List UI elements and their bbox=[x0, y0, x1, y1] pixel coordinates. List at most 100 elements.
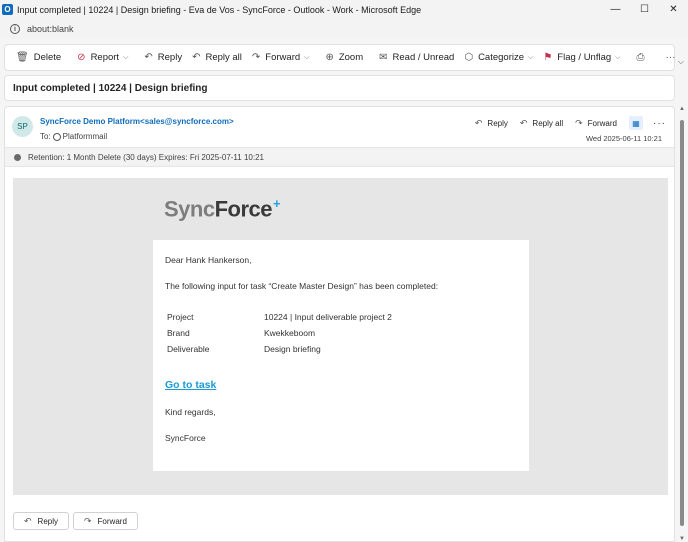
reply-icon: ↶ bbox=[24, 515, 32, 526]
envelope-icon: ✉ bbox=[379, 52, 388, 63]
go-to-task-link[interactable]: Go to task bbox=[165, 379, 216, 391]
scroll-thumb[interactable] bbox=[680, 120, 684, 526]
trash-icon: 🗑 bbox=[16, 52, 29, 63]
detail-label: Brand bbox=[167, 328, 190, 338]
sender-name[interactable]: SyncForce Demo Platform<sales@syncforce.… bbox=[40, 117, 234, 126]
message-pane: SP SyncForce Demo Platform<sales@syncfor… bbox=[4, 106, 675, 542]
close-button[interactable]: ✕ bbox=[659, 0, 688, 19]
categorize-label: Categorize bbox=[478, 52, 525, 63]
delete-label: Delete bbox=[33, 52, 62, 63]
header-reply-label: Reply bbox=[487, 118, 508, 128]
scroll-up-icon[interactable]: ▲ bbox=[679, 106, 685, 112]
report-button[interactable]: ⊘ Report ⌵ bbox=[72, 48, 133, 68]
maximize-button[interactable]: ☐ bbox=[630, 0, 659, 19]
report-label: Report bbox=[90, 52, 120, 63]
chevron-down-icon[interactable]: ⌵ bbox=[528, 54, 533, 62]
message-header-actions: ↶ Reply ↶ Reply all ↷ Forward ▦ ··· bbox=[463, 116, 666, 130]
message-toolbar: 🗑 Delete ⊘ Report ⌵ ↶ Reply ↶ Reply all … bbox=[4, 44, 675, 71]
reply-icon: ↶ bbox=[144, 52, 153, 63]
greeting-text: Dear Hank Hankerson, bbox=[165, 255, 252, 265]
reply-all-button[interactable]: ↶ Reply all bbox=[187, 48, 247, 68]
email-card: Dear Hank Hankerson, The following input… bbox=[153, 240, 529, 471]
chevron-down-icon[interactable]: ⌵ bbox=[304, 54, 309, 62]
more-icon: ··· bbox=[665, 52, 676, 63]
window-title: Input completed | 10224 | Design briefin… bbox=[17, 4, 422, 15]
header-forward-label: Forward bbox=[587, 118, 617, 128]
table-row: Deliverable Design briefing bbox=[167, 341, 392, 357]
to-recipient[interactable]: Platformmail bbox=[63, 132, 107, 141]
print-button[interactable]: ⎙ bbox=[631, 48, 654, 68]
subject-bar: Input completed | 10224 | Design briefin… bbox=[4, 75, 675, 101]
delete-button[interactable]: 🗑 Delete bbox=[11, 48, 66, 68]
detail-label: Deliverable bbox=[167, 344, 210, 354]
retention-icon bbox=[14, 153, 21, 161]
flag-icon: ⚑ bbox=[543, 52, 553, 63]
header-forward-button[interactable]: ↷ Forward bbox=[575, 118, 617, 129]
message-subject: Input completed | 10224 | Design briefin… bbox=[13, 82, 208, 94]
read-unread-button[interactable]: ✉ Read / Unread bbox=[374, 48, 459, 68]
reply-button[interactable]: ↶ Reply bbox=[139, 48, 187, 68]
address-url[interactable]: about:blank bbox=[27, 24, 74, 34]
shield-alert-icon: ⊘ bbox=[77, 52, 86, 63]
printer-icon: ⎙ bbox=[636, 52, 645, 63]
minimize-button[interactable]: — bbox=[601, 0, 630, 19]
detail-value: Kwekkeboom bbox=[264, 328, 316, 338]
zoom-icon: ⊕ bbox=[325, 52, 334, 63]
reply-label: Reply bbox=[157, 52, 183, 63]
detail-value: Design briefing bbox=[264, 344, 321, 354]
table-row: Project 10224 | Input deliverable projec… bbox=[167, 309, 392, 325]
intro-text: The following input for task “Create Mas… bbox=[165, 281, 439, 291]
zoom-label: Zoom bbox=[338, 52, 364, 63]
forward-icon: ↷ bbox=[575, 117, 583, 128]
info-icon[interactable]: i bbox=[10, 24, 20, 34]
zoom-button[interactable]: ⊕ Zoom bbox=[320, 48, 368, 68]
forward-icon: ↷ bbox=[251, 52, 261, 63]
footer-forward-label: Forward bbox=[97, 516, 127, 526]
outlook-app-icon: O bbox=[2, 4, 13, 15]
forward-button[interactable]: ↷ Forward ⌵ bbox=[247, 48, 315, 68]
footer-reply-label: Reply bbox=[37, 516, 58, 526]
footer-forward-button[interactable]: ↷ Forward bbox=[73, 512, 138, 530]
forward-icon: ↷ bbox=[84, 515, 92, 526]
reply-icon: ↶ bbox=[474, 117, 483, 128]
reply-all-icon: ↶ bbox=[519, 117, 528, 128]
vertical-scrollbar[interactable]: ▲ ▼ bbox=[679, 106, 686, 542]
email-body: SyncForce+ Dear Hank Hankerson, The foll… bbox=[13, 178, 668, 495]
message-date: Wed 2025-06-11 10:21 bbox=[585, 134, 662, 143]
tag-icon: ⬡ bbox=[464, 52, 474, 63]
reading-pane: 🗑 Delete ⊘ Report ⌵ ↶ Reply ↶ Reply all … bbox=[0, 39, 688, 542]
reply-footer: ↶ Reply ↷ Forward bbox=[13, 512, 142, 530]
retention-text: Retention: 1 Month Delete (30 days) Expi… bbox=[28, 152, 264, 162]
chevron-down-icon[interactable]: ⌵ bbox=[123, 54, 128, 62]
table-row: Brand Kwekkeboom bbox=[167, 325, 392, 341]
flag-unflag-button[interactable]: ⚑ Flag / Unflag ⌵ bbox=[538, 48, 625, 68]
syncforce-logo: SyncForce+ bbox=[164, 196, 281, 222]
chevron-down-icon[interactable]: ⌵ bbox=[678, 57, 684, 67]
header-reply-all-button[interactable]: ↶ Reply all bbox=[520, 118, 563, 129]
person-icon bbox=[52, 132, 61, 141]
footer-reply-button[interactable]: ↶ Reply bbox=[13, 512, 69, 530]
window-controls: — ☐ ✕ bbox=[601, 0, 688, 19]
scroll-down-icon[interactable]: ▼ bbox=[679, 536, 685, 542]
header-reply-all-label: Reply all bbox=[532, 118, 564, 128]
more-icon[interactable]: ··· bbox=[653, 118, 666, 129]
to-label: To: bbox=[40, 132, 51, 141]
reply-all-label: Reply all bbox=[205, 52, 242, 63]
chevron-down-icon[interactable]: ⌵ bbox=[615, 54, 620, 62]
recipients-line: To: Platformmail bbox=[40, 132, 107, 141]
read-unread-label: Read / Unread bbox=[392, 52, 455, 63]
address-bar: i about:blank bbox=[0, 19, 688, 39]
flag-unflag-label: Flag / Unflag bbox=[557, 52, 612, 63]
detail-value: 10224 | Input deliverable project 2 bbox=[264, 312, 392, 322]
forward-label: Forward bbox=[265, 52, 301, 63]
detail-label: Project bbox=[167, 312, 194, 322]
avatar[interactable]: SP bbox=[12, 116, 33, 137]
header-reply-button[interactable]: ↶ Reply bbox=[475, 118, 508, 129]
reply-all-icon: ↶ bbox=[192, 52, 201, 63]
retention-banner: Retention: 1 Month Delete (30 days) Expi… bbox=[5, 147, 674, 167]
apps-grid-icon[interactable]: ▦ bbox=[629, 116, 643, 130]
categorize-button[interactable]: ⬡ Categorize ⌵ bbox=[459, 48, 538, 68]
window-title-bar: O Input completed | 10224 | Design brief… bbox=[0, 0, 688, 19]
details-table: Project 10224 | Input deliverable projec… bbox=[167, 309, 392, 357]
regards-text: Kind regards, bbox=[165, 407, 216, 417]
